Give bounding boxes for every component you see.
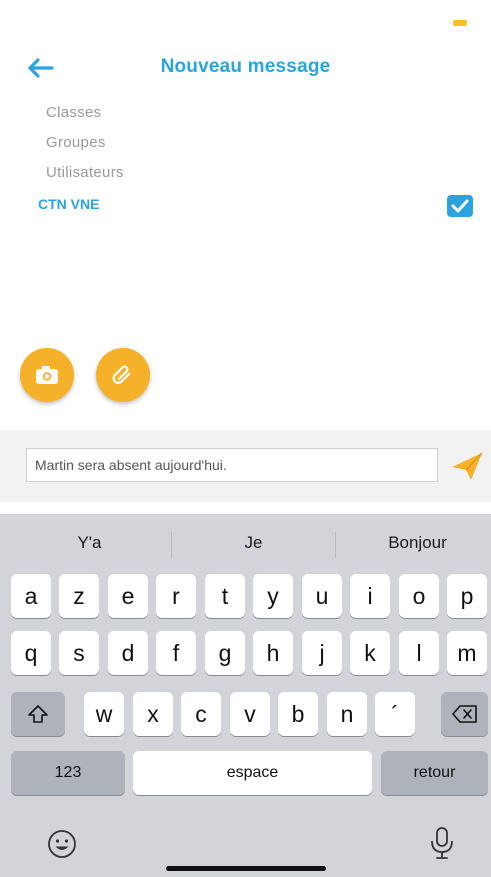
message-input[interactable]	[26, 448, 438, 482]
recipient-category-classes[interactable]: Classes	[46, 104, 101, 121]
key-o[interactable]: o	[399, 574, 439, 618]
key-s[interactable]: s	[59, 631, 99, 675]
home-indicator	[166, 866, 326, 871]
key-y[interactable]: y	[253, 574, 293, 618]
shift-key[interactable]	[11, 692, 65, 736]
checkmark-icon	[451, 199, 469, 213]
suggestion-3[interactable]: Bonjour	[336, 533, 491, 553]
key-p[interactable]: p	[447, 574, 487, 618]
suggestion-1[interactable]: Y'a	[8, 533, 171, 553]
key-d[interactable]: d	[108, 631, 148, 675]
camera-button[interactable]	[20, 348, 74, 402]
recipient-category-users[interactable]: Utilisateurs	[46, 164, 124, 181]
key-k[interactable]: k	[350, 631, 390, 675]
page-title: Nouveau message	[160, 56, 331, 77]
recipient-checkbox[interactable]	[447, 195, 473, 217]
key-n[interactable]: n	[327, 692, 367, 736]
camera-icon	[36, 366, 58, 384]
key-b[interactable]: b	[278, 692, 318, 736]
key-q[interactable]: q	[11, 631, 51, 675]
key-r[interactable]: r	[156, 574, 196, 618]
key-w[interactable]: w	[84, 692, 124, 736]
key-e[interactable]: e	[108, 574, 148, 618]
key-a[interactable]: a	[11, 574, 51, 618]
attach-button[interactable]	[96, 348, 150, 402]
key-j[interactable]: j	[302, 631, 342, 675]
key-g[interactable]: g	[205, 631, 245, 675]
recipient-category-groups[interactable]: Groupes	[46, 134, 106, 151]
send-icon	[452, 452, 483, 480]
delete-key[interactable]	[441, 692, 488, 736]
key-accent[interactable]: ´	[375, 692, 415, 736]
paperclip-icon	[112, 365, 131, 384]
keyboard: Y'a Je Bonjour a z e r t y u i o p q s d…	[0, 514, 491, 877]
return-key[interactable]: retour	[381, 751, 488, 795]
selected-recipient[interactable]: CTN VNE	[38, 196, 99, 212]
dictation-button[interactable]	[424, 824, 460, 862]
space-key[interactable]: espace	[133, 751, 372, 795]
send-button[interactable]	[450, 450, 484, 482]
suggestion-2[interactable]: Je	[172, 533, 335, 553]
key-c[interactable]: c	[181, 692, 221, 736]
key-x[interactable]: x	[133, 692, 173, 736]
header: Nouveau message	[0, 48, 491, 88]
key-u[interactable]: u	[302, 574, 342, 618]
emoji-button[interactable]	[44, 826, 80, 862]
shift-icon	[28, 705, 48, 723]
compose-bar	[0, 430, 491, 502]
numbers-key[interactable]: 123	[11, 751, 125, 795]
key-l[interactable]: l	[399, 631, 439, 675]
key-v[interactable]: v	[230, 692, 270, 736]
key-f[interactable]: f	[156, 631, 196, 675]
status-indicator	[453, 20, 467, 26]
key-z[interactable]: z	[59, 574, 99, 618]
emoji-icon	[48, 830, 76, 858]
key-i[interactable]: i	[350, 574, 390, 618]
key-m[interactable]: m	[447, 631, 487, 675]
key-h[interactable]: h	[253, 631, 293, 675]
microphone-icon	[431, 827, 453, 859]
key-t[interactable]: t	[205, 574, 245, 618]
backspace-icon	[451, 705, 477, 723]
